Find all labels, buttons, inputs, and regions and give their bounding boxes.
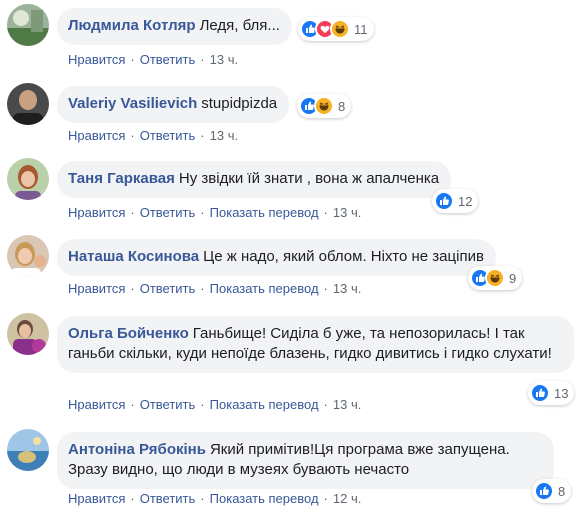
avatar[interactable]	[7, 429, 49, 471]
reaction-count: 8	[338, 98, 346, 114]
avatar[interactable]	[7, 313, 49, 355]
like-icon	[534, 481, 554, 501]
comment-bubble: Наташа Косинова Це ж надо, який облом. Ні…	[57, 239, 496, 276]
reaction-count: 9	[509, 270, 517, 286]
avatar[interactable]	[7, 235, 49, 277]
comment-time[interactable]: 13 ч.	[333, 397, 361, 412]
comment-actions: Нравится · Ответить · Показать перевод · 13 ч.	[68, 205, 362, 220]
comment-time[interactable]: 13 ч.	[210, 52, 238, 67]
comment-time[interactable]: 13 ч.	[210, 128, 238, 143]
comment-bubble: Ольга Бойченко Ганьбище! Сиділа б уже, та…	[57, 316, 574, 373]
like-button[interactable]: Нравится	[68, 52, 125, 67]
like-button[interactable]: Нравится	[68, 281, 125, 296]
reactions-badge[interactable]: 9	[468, 266, 523, 290]
comment-time[interactable]: 12 ч.	[333, 491, 361, 506]
haha-icon	[485, 268, 505, 288]
comment-bubble: Людмила Котляр Ледя, бля...	[57, 8, 292, 45]
comment-text: Ледя, бля...	[199, 17, 280, 34]
haha-icon	[330, 19, 350, 39]
reaction-count: 12	[458, 193, 473, 209]
reactions-badge[interactable]: 11	[298, 17, 374, 41]
reactions-badge[interactable]: 8	[297, 94, 352, 118]
comment-author[interactable]: Ольга Бойченко	[68, 325, 189, 342]
comment-actions: Нравится · Ответить · Показать перевод · 12 ч.	[68, 491, 362, 506]
like-button[interactable]: Нравится	[68, 491, 125, 506]
reply-button[interactable]: Ответить	[140, 128, 196, 143]
comment-bubble: Таня Гаркавая Ну звідки їй знати , вона ж…	[57, 161, 452, 198]
translate-button[interactable]: Показать перевод	[210, 281, 319, 296]
comment-author[interactable]: Антоніна Рябокінь	[68, 441, 206, 458]
comment-text: stupidpizda	[201, 95, 278, 112]
comment-author[interactable]: Таня Гаркавая	[68, 170, 175, 187]
comment-time[interactable]: 13 ч.	[333, 281, 361, 296]
reply-button[interactable]: Ответить	[140, 397, 196, 412]
comment-actions: Нравится · Ответить · 13 ч.	[68, 52, 239, 67]
comment-actions: Нравится · Ответить · 13 ч.	[68, 128, 239, 143]
comment-author[interactable]: Valeriy Vasilievich	[68, 95, 197, 112]
comment-bubble: Valeriy Vasilievich stupidpizda	[57, 86, 290, 123]
reaction-count: 8	[558, 483, 566, 499]
comment-time[interactable]: 13 ч.	[333, 205, 361, 220]
translate-button[interactable]: Показать перевод	[210, 205, 319, 220]
like-button[interactable]: Нравится	[68, 205, 125, 220]
like-button[interactable]: Нравится	[68, 397, 125, 412]
comment-bubble: Антоніна Рябокінь Який примітив!Ця програ…	[57, 432, 554, 489]
reply-button[interactable]: Ответить	[140, 281, 196, 296]
comment-actions: Нравится · Ответить · Показать перевод · 13 ч.	[68, 281, 362, 296]
reactions-badge[interactable]: 8	[532, 479, 572, 503]
reaction-count: 11	[354, 21, 368, 37]
reactions-badge[interactable]: 13	[528, 381, 575, 405]
comment-text: Це ж надо, який облом. Ніхто не заціпив	[203, 248, 484, 265]
avatar[interactable]	[7, 83, 49, 125]
like-button[interactable]: Нравится	[68, 128, 125, 143]
avatar[interactable]	[7, 4, 49, 46]
haha-icon	[314, 96, 334, 116]
reply-button[interactable]: Ответить	[140, 491, 196, 506]
like-icon	[530, 383, 550, 403]
comment-author[interactable]: Наташа Косинова	[68, 248, 199, 265]
comment-author[interactable]: Людмила Котляр	[68, 17, 196, 34]
comment-actions: Нравится · Ответить · Показать перевод · 13 ч.	[68, 397, 362, 412]
like-icon	[434, 191, 454, 211]
reply-button[interactable]: Ответить	[140, 52, 196, 67]
comment-text: Ну звідки їй знати , вона ж апалченка	[178, 170, 440, 187]
avatar[interactable]	[7, 158, 49, 200]
translate-button[interactable]: Показать перевод	[210, 491, 319, 506]
reactions-badge[interactable]: 12	[432, 189, 479, 213]
reply-button[interactable]: Ответить	[140, 205, 196, 220]
reaction-count: 13	[554, 385, 569, 401]
translate-button[interactable]: Показать перевод	[210, 397, 319, 412]
